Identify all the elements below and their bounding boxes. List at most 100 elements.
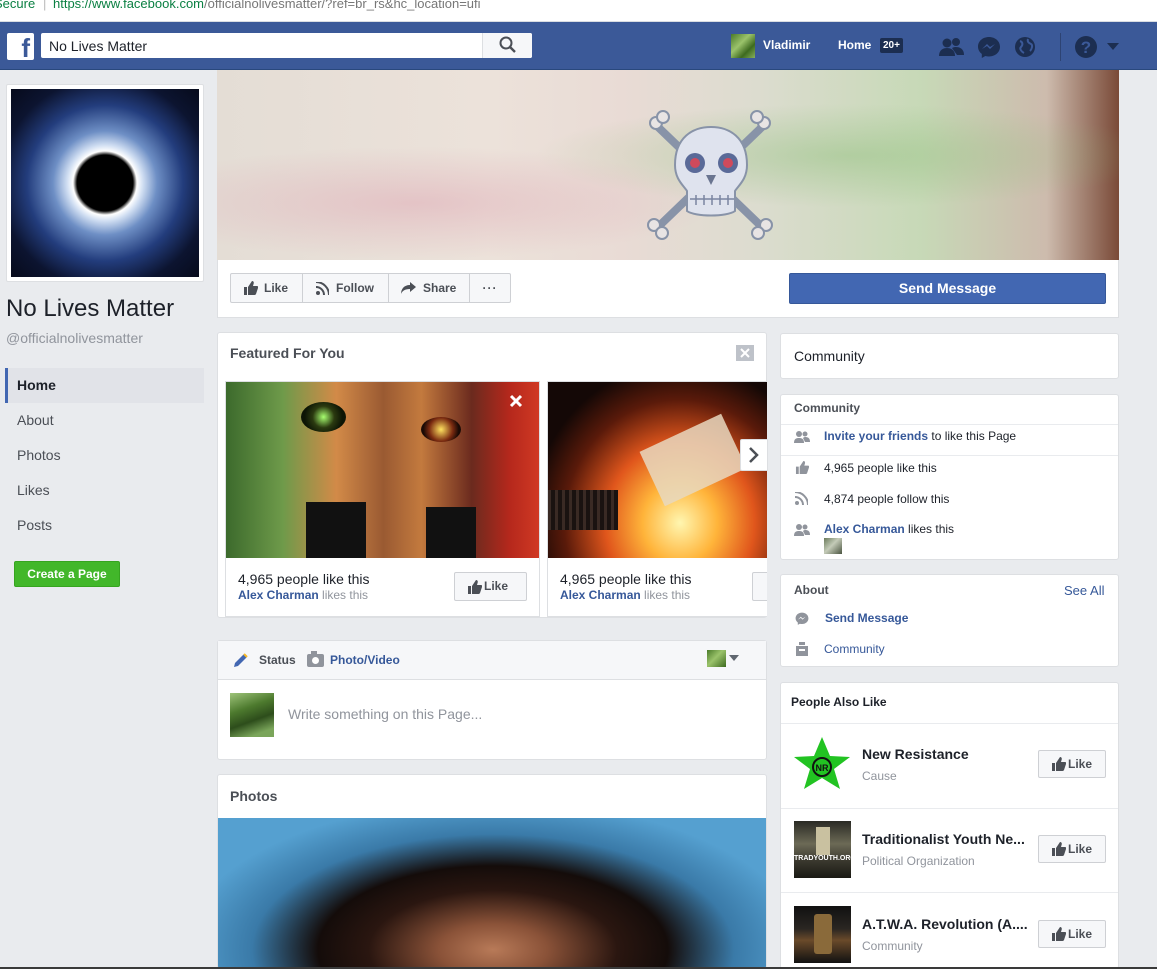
tab-photo-video[interactable]: Photo/Video xyxy=(330,653,400,667)
help-icon[interactable]: ? xyxy=(1074,35,1098,59)
photos-title: Photos xyxy=(230,788,278,804)
about-see-all-link[interactable]: See All xyxy=(1064,583,1104,598)
globe-notifications-icon[interactable] xyxy=(1014,36,1036,58)
pal-like-label: Like xyxy=(1068,842,1093,856)
search-input[interactable] xyxy=(41,33,481,58)
tradyouth-logo-text: TRADYOUTH.ORG xyxy=(794,855,851,862)
tradyouth-logo[interactable]: TRADYOUTH.ORG xyxy=(794,821,851,878)
thumbs-up-icon xyxy=(244,281,258,295)
topbar-divider xyxy=(1060,33,1061,61)
actor-selector-chevron-down-icon[interactable] xyxy=(729,655,739,662)
category-tag-icon xyxy=(796,642,808,656)
url-host: https://www.facebook.com xyxy=(53,0,205,11)
thumbs-up-icon xyxy=(468,580,482,594)
thumbs-up-icon xyxy=(795,461,809,474)
featured-likes-count: 4,965 people like this xyxy=(560,571,692,587)
featured-title: Featured For You xyxy=(230,345,345,361)
search-box[interactable] xyxy=(41,33,532,58)
page-like-label: Like xyxy=(264,281,289,295)
featured-item[interactable]: 4,965 people like this Alex Charman like… xyxy=(225,381,540,617)
left-nav-home[interactable]: Home xyxy=(5,368,204,403)
community-likes-count[interactable]: 4,965 people like this xyxy=(824,461,937,475)
home-notification-badge: 20+ xyxy=(880,38,903,53)
friend-requests-icon[interactable] xyxy=(939,37,965,57)
left-nav-about[interactable]: About xyxy=(5,403,204,438)
new-resistance-logo[interactable]: NR xyxy=(793,736,851,794)
friend-avatar[interactable] xyxy=(824,538,842,554)
tab-status[interactable]: Status xyxy=(259,653,296,667)
featured-like-button[interactable]: Like xyxy=(454,572,527,601)
featured-next-button[interactable] xyxy=(740,439,768,471)
account-menu-chevron-down-icon[interactable] xyxy=(1106,42,1120,52)
left-nav-posts[interactable]: Posts xyxy=(5,508,204,543)
featured-friend-link[interactable]: Alex Charman xyxy=(560,588,641,602)
secure-label: Secure xyxy=(0,0,36,11)
rss-follow-icon xyxy=(795,492,808,505)
more-options-button[interactable]: ··· xyxy=(469,273,511,303)
atwa-logo[interactable] xyxy=(794,906,851,963)
url-separator: | xyxy=(43,0,47,11)
page-like-button[interactable]: Like xyxy=(230,273,303,303)
left-nav-likes[interactable]: Likes xyxy=(5,473,204,508)
composer-actor-avatar[interactable] xyxy=(707,650,726,667)
featured-item[interactable]: 4,965 people like this Alex Charman like… xyxy=(547,381,767,617)
about-category-link[interactable]: Community xyxy=(824,642,885,656)
share-label: Share xyxy=(423,281,457,295)
camera-photo-icon xyxy=(307,651,324,667)
community-heading: Community xyxy=(794,348,865,364)
search-button[interactable] xyxy=(482,33,532,58)
pal-item-category: Political Organization xyxy=(862,854,975,868)
close-featured-icon[interactable] xyxy=(736,345,754,361)
left-nav-photos[interactable]: Photos xyxy=(5,438,204,473)
thumbs-up-icon xyxy=(1052,842,1066,856)
search-icon xyxy=(499,36,516,53)
pal-item-category: Community xyxy=(862,939,923,953)
pal-like-label: Like xyxy=(1068,757,1093,771)
share-button[interactable]: Share xyxy=(388,273,470,303)
user-avatar[interactable] xyxy=(731,34,755,58)
home-link[interactable]: Home xyxy=(838,38,871,52)
invite-suffix: to like this Page xyxy=(931,429,1017,443)
featured-friend-link[interactable]: Alex Charman xyxy=(238,588,319,602)
composer-placeholder[interactable]: Write something on this Page... xyxy=(288,706,482,722)
pal-like-button[interactable]: Like xyxy=(1038,835,1106,863)
address-bar[interactable]: Secure | https://www.facebook.com/offici… xyxy=(0,0,1157,22)
about-send-message-link[interactable]: Send Message xyxy=(825,611,908,625)
svg-text:?: ? xyxy=(1081,38,1091,57)
user-name-link[interactable]: Vladimir xyxy=(763,38,810,52)
invite-friends-link[interactable]: Invite your friends xyxy=(824,429,928,443)
pal-item-name[interactable]: Traditionalist Youth Ne... xyxy=(862,831,1025,847)
featured-likes-count: 4,965 people like this xyxy=(238,571,370,587)
photo-thumbnail[interactable] xyxy=(218,818,766,968)
page-handle[interactable]: @officialnolivesmatter xyxy=(6,330,143,346)
pal-like-button[interactable]: Like xyxy=(1038,920,1106,948)
pal-like-label: Like xyxy=(1068,927,1093,941)
follow-button[interactable]: Follow xyxy=(302,273,389,303)
friends-icon xyxy=(794,524,810,536)
send-message-button[interactable]: Send Message xyxy=(789,273,1106,304)
page-composer xyxy=(217,640,767,760)
create-page-button[interactable]: Create a Page xyxy=(14,561,120,587)
pencil-status-icon xyxy=(234,653,248,667)
pal-like-button[interactable]: Like xyxy=(1038,750,1106,778)
thumbs-up-icon xyxy=(1052,927,1066,941)
profile-picture-eclipse[interactable] xyxy=(11,89,199,277)
community-follows-count[interactable]: 4,874 people follow this xyxy=(824,492,949,506)
pal-item-name[interactable]: A.T.W.A. Revolution (A.... xyxy=(862,916,1028,932)
community-card-title: Community xyxy=(794,401,860,415)
facebook-logo-icon[interactable]: f xyxy=(7,33,34,60)
page-title[interactable]: No Lives Matter xyxy=(6,295,174,323)
featured-item-image-painting[interactable] xyxy=(226,382,539,558)
featured-like-button[interactable] xyxy=(752,572,767,601)
about-title: About xyxy=(794,583,829,597)
community-friend-link[interactable]: Alex Charman xyxy=(824,522,905,536)
messenger-icon xyxy=(795,612,809,625)
pal-item-name[interactable]: New Resistance xyxy=(862,746,969,762)
dismiss-featured-item-icon[interactable] xyxy=(509,394,523,408)
featured-item-image-fire[interactable] xyxy=(548,382,767,558)
photos-card xyxy=(217,774,767,969)
url-text[interactable]: https://www.facebook.com/officialnolives… xyxy=(53,0,481,11)
messenger-icon[interactable] xyxy=(977,36,1001,58)
featured-like-label: Like xyxy=(484,579,509,593)
composer-user-avatar xyxy=(230,693,274,737)
